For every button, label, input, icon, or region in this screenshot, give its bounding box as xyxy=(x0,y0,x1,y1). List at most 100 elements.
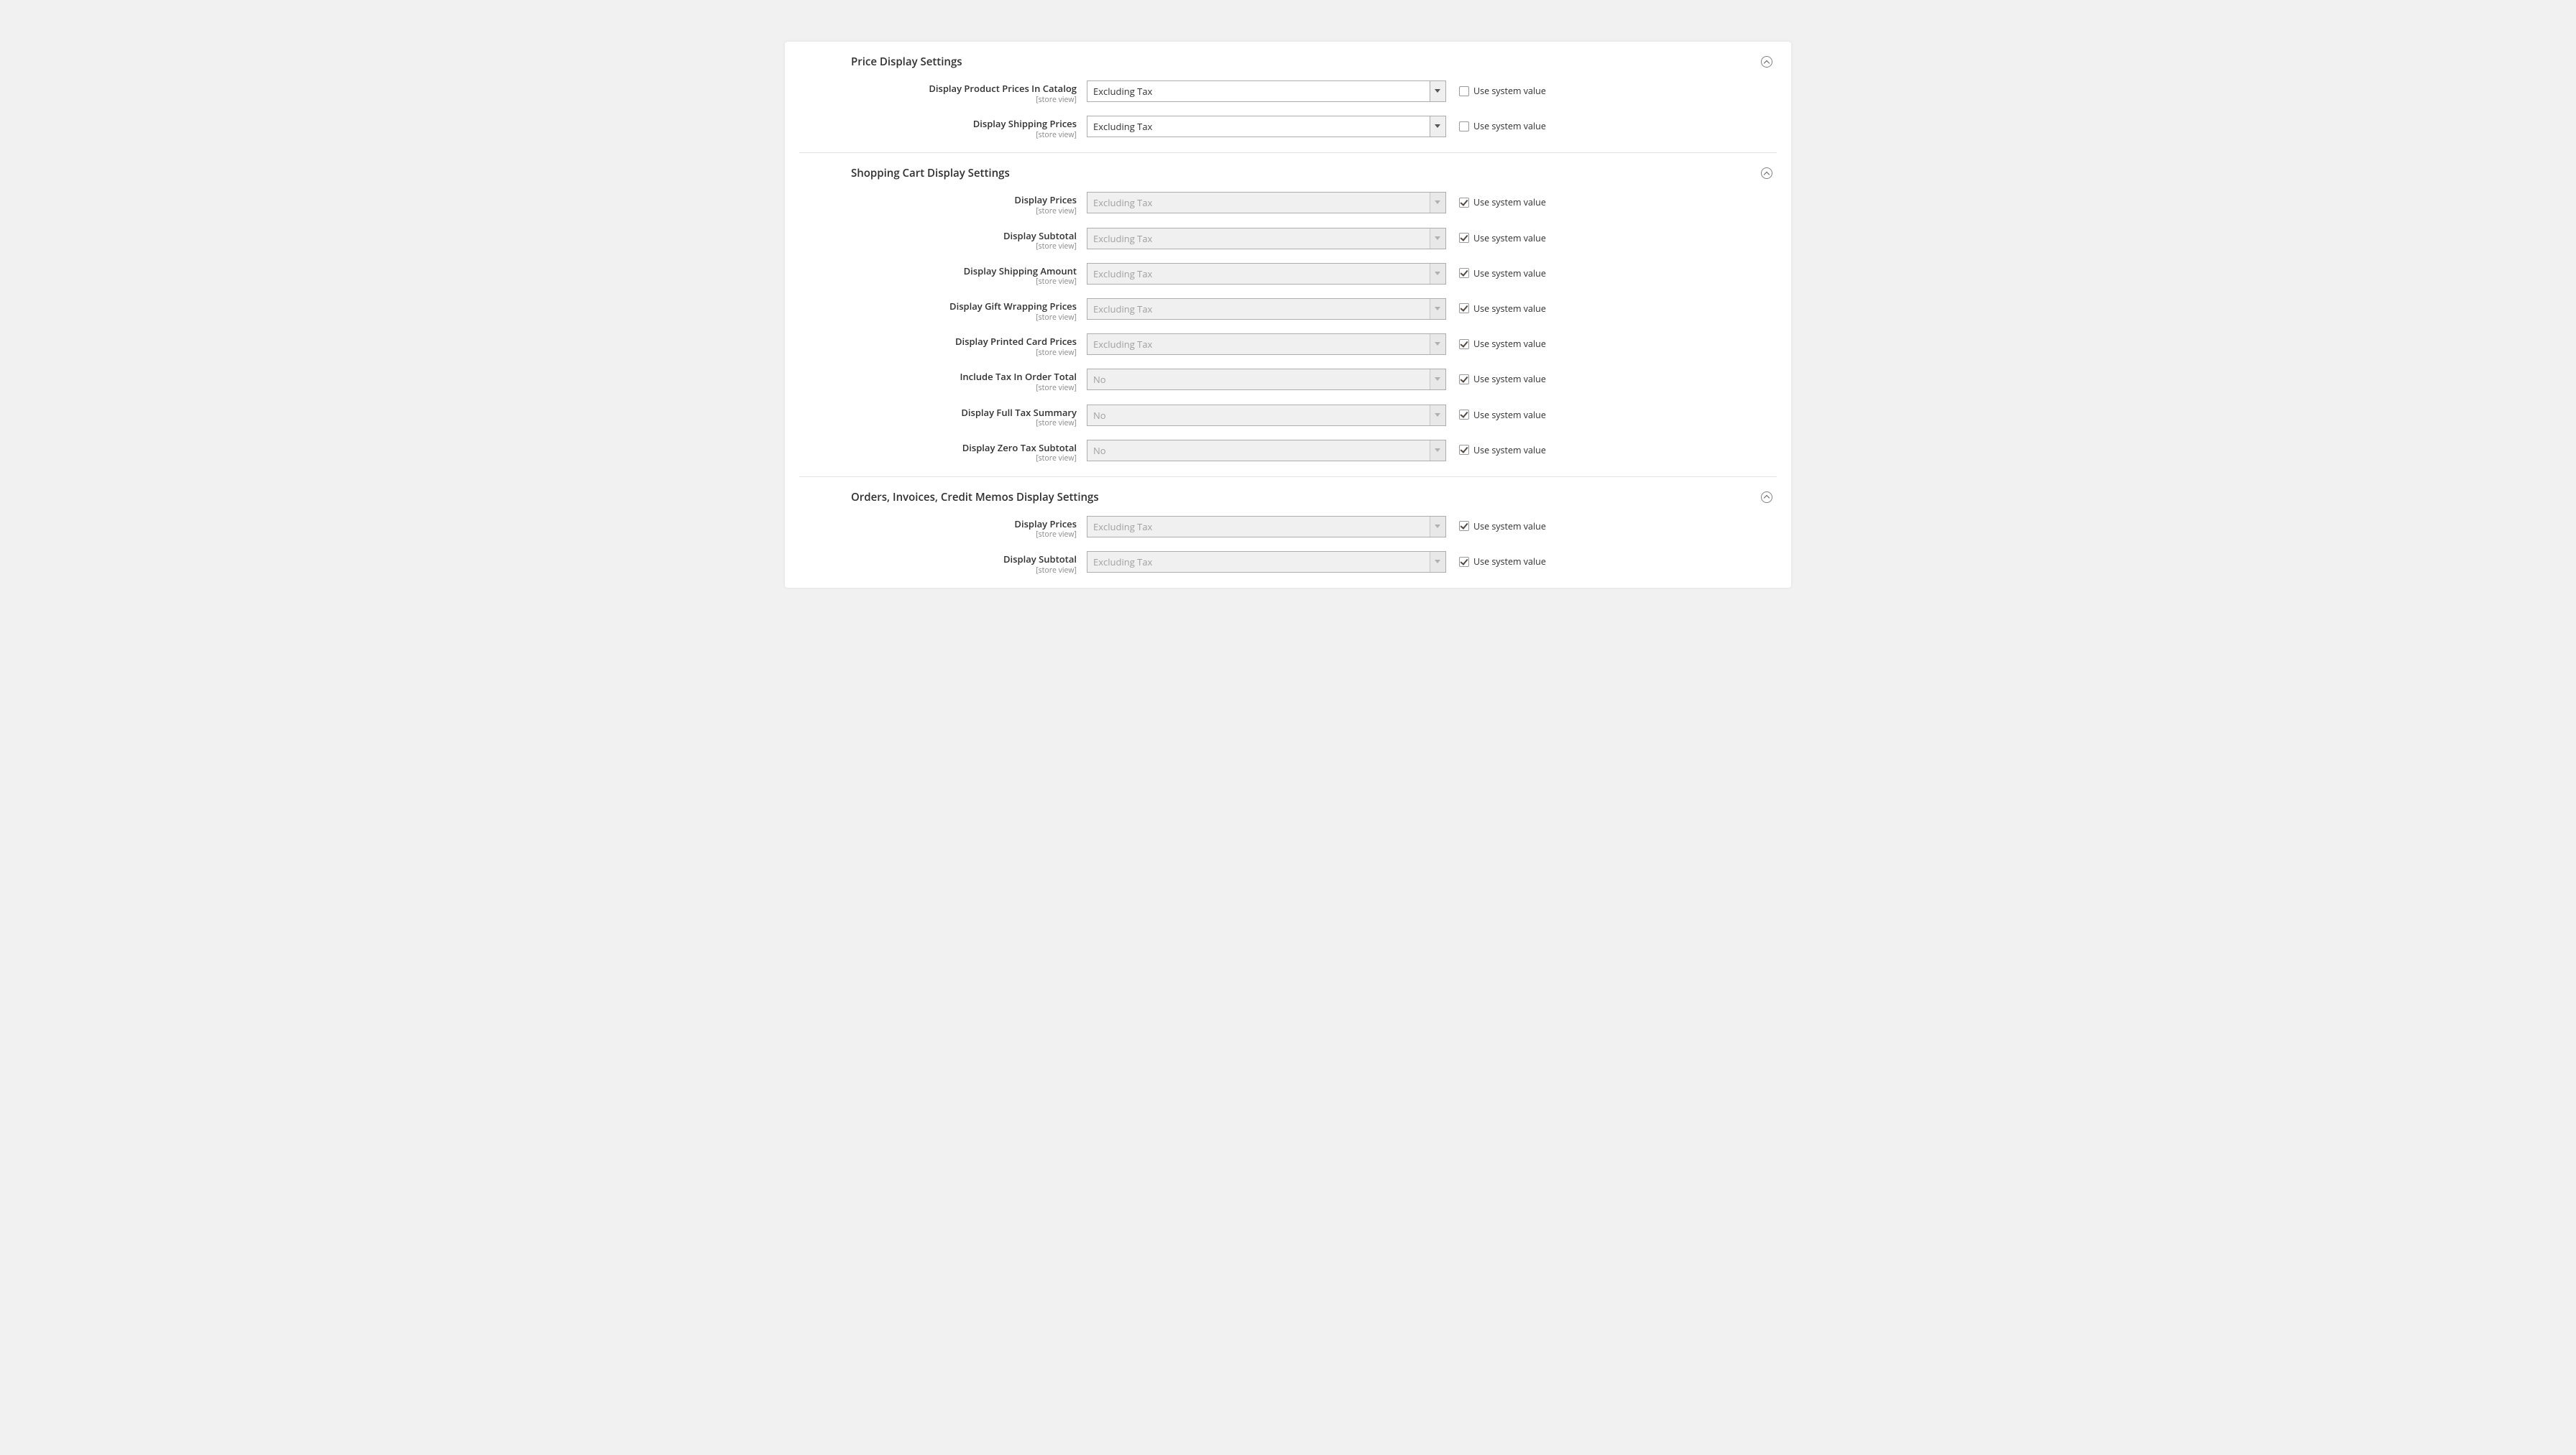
use-system-checkbox-cart-shipping-amt[interactable] xyxy=(1459,268,1469,278)
field-control-col: Excluding Tax xyxy=(1087,263,1446,285)
field-control-col: Excluding Tax xyxy=(1087,192,1446,213)
use-system-label[interactable]: Use system value xyxy=(1473,409,1546,421)
field-row-cart-prices: Display Prices[store view]Excluding Tax U… xyxy=(799,192,1777,216)
section-header-cart-display[interactable]: Shopping Cart Display Settings xyxy=(799,166,1777,183)
use-system-checkbox-cart-full-summary[interactable] xyxy=(1459,410,1469,420)
use-system-checkbox-cart-giftwrap[interactable] xyxy=(1459,303,1469,313)
field-label: Display Gift Wrapping Prices xyxy=(799,301,1077,313)
select-value: Excluding Tax xyxy=(1087,193,1430,213)
field-row-cart-zero-subtotal: Display Zero Tax Subtotal[store view]NoU… xyxy=(799,440,1777,463)
chevron-down-icon xyxy=(1430,228,1445,249)
section-header-price-display[interactable]: Price Display Settings xyxy=(799,55,1777,72)
field-row-cart-include-tax: Include Tax In Order Total[store view]No… xyxy=(799,369,1777,392)
use-system-checkbox-order-prices[interactable] xyxy=(1459,521,1469,531)
section-orders-display: Orders, Invoices, Credit Memos Display S… xyxy=(799,477,1777,588)
select-value: Excluding Tax xyxy=(1087,116,1430,137)
use-system-col: Use system value xyxy=(1446,228,1546,244)
select-value: Excluding Tax xyxy=(1087,517,1430,537)
field-label: Display Product Prices In Catalog xyxy=(799,83,1077,95)
select-value: No xyxy=(1087,440,1430,461)
use-system-col: Use system value xyxy=(1446,116,1546,132)
use-system-label[interactable]: Use system value xyxy=(1473,85,1546,97)
field-label-col: Include Tax In Order Total[store view] xyxy=(799,369,1087,392)
use-system-col: Use system value xyxy=(1446,516,1546,532)
section-fields: Display Prices[store view]Excluding TaxU… xyxy=(799,183,1777,463)
chevron-up-icon[interactable] xyxy=(1761,167,1772,179)
select-cart-printed-card: Excluding Tax xyxy=(1087,333,1446,355)
select-value: Excluding Tax xyxy=(1087,552,1430,572)
chevron-down-icon xyxy=(1430,369,1445,389)
field-label-col: Display Prices[store view] xyxy=(799,192,1087,216)
field-scope: [store view] xyxy=(799,96,1077,105)
section-header-orders-display[interactable]: Orders, Invoices, Credit Memos Display S… xyxy=(799,490,1777,507)
use-system-label[interactable]: Use system value xyxy=(1473,444,1546,456)
select-catalog-prices[interactable]: Excluding Tax xyxy=(1087,80,1446,102)
field-control-col: Excluding Tax xyxy=(1087,333,1446,355)
select-cart-giftwrap: Excluding Tax xyxy=(1087,298,1446,320)
field-scope: [store view] xyxy=(799,419,1077,428)
use-system-label[interactable]: Use system value xyxy=(1473,267,1546,280)
select-value: Excluding Tax xyxy=(1087,334,1430,354)
use-system-checkbox-order-subtotal[interactable] xyxy=(1459,557,1469,567)
field-scope: [store view] xyxy=(799,348,1077,358)
field-label: Display Prices xyxy=(799,195,1077,206)
use-system-checkbox-cart-prices[interactable] xyxy=(1459,198,1469,208)
use-system-checkbox-shipping-prices[interactable] xyxy=(1459,121,1469,131)
field-row-cart-subtotal: Display Subtotal[store view]Excluding Ta… xyxy=(799,228,1777,251)
chevron-up-icon[interactable] xyxy=(1761,491,1772,503)
use-system-checkbox-cart-subtotal[interactable] xyxy=(1459,233,1469,243)
use-system-label[interactable]: Use system value xyxy=(1473,555,1546,568)
chevron-up-icon[interactable] xyxy=(1761,56,1772,68)
field-scope: [store view] xyxy=(799,242,1077,251)
field-label: Display Prices xyxy=(799,519,1077,530)
field-scope: [store view] xyxy=(799,277,1077,287)
use-system-checkbox-catalog-prices[interactable] xyxy=(1459,86,1469,96)
use-system-col: Use system value xyxy=(1446,369,1546,385)
field-scope: [store view] xyxy=(799,313,1077,323)
select-value: Excluding Tax xyxy=(1087,81,1430,101)
field-scope: [store view] xyxy=(799,566,1077,576)
field-label: Display Shipping Prices xyxy=(799,119,1077,130)
field-control-col: Excluding Tax xyxy=(1087,228,1446,249)
chevron-down-icon xyxy=(1430,517,1445,537)
use-system-label[interactable]: Use system value xyxy=(1473,120,1546,132)
use-system-label[interactable]: Use system value xyxy=(1473,373,1546,385)
chevron-down-icon[interactable] xyxy=(1430,116,1445,137)
use-system-label[interactable]: Use system value xyxy=(1473,196,1546,208)
field-control-col: Excluding Tax xyxy=(1087,551,1446,573)
use-system-checkbox-cart-printed-card[interactable] xyxy=(1459,339,1469,349)
field-row-cart-printed-card: Display Printed Card Prices[store view]E… xyxy=(799,333,1777,357)
select-shipping-prices[interactable]: Excluding Tax xyxy=(1087,116,1446,137)
use-system-col: Use system value xyxy=(1446,192,1546,208)
use-system-label[interactable]: Use system value xyxy=(1473,520,1546,532)
field-label: Include Tax In Order Total xyxy=(799,371,1077,383)
chevron-down-icon xyxy=(1430,193,1445,213)
select-value: Excluding Tax xyxy=(1087,299,1430,319)
field-row-order-subtotal: Display Subtotal[store view]Excluding Ta… xyxy=(799,551,1777,575)
select-value: Excluding Tax xyxy=(1087,264,1430,284)
field-label-col: Display Subtotal[store view] xyxy=(799,551,1087,575)
use-system-col: Use system value xyxy=(1446,80,1546,97)
field-control-col: Excluding Tax xyxy=(1087,116,1446,137)
use-system-col: Use system value xyxy=(1446,333,1546,350)
use-system-label[interactable]: Use system value xyxy=(1473,232,1546,244)
chevron-down-icon xyxy=(1430,334,1445,354)
field-row-catalog-prices: Display Product Prices In Catalog[store … xyxy=(799,80,1777,104)
chevron-down-icon xyxy=(1430,405,1445,425)
field-label-col: Display Subtotal[store view] xyxy=(799,228,1087,251)
section-title: Shopping Cart Display Settings xyxy=(851,166,1010,180)
use-system-checkbox-cart-include-tax[interactable] xyxy=(1459,374,1469,384)
select-order-prices: Excluding Tax xyxy=(1087,516,1446,537)
field-label: Display Printed Card Prices xyxy=(799,336,1077,348)
field-control-col: Excluding Tax xyxy=(1087,298,1446,320)
section-price-display: Price Display Settings Display Product Pr… xyxy=(799,42,1777,153)
select-cart-shipping-amt: Excluding Tax xyxy=(1087,263,1446,285)
use-system-label[interactable]: Use system value xyxy=(1473,338,1546,350)
use-system-label[interactable]: Use system value xyxy=(1473,302,1546,315)
use-system-checkbox-cart-zero-subtotal[interactable] xyxy=(1459,445,1469,455)
select-cart-zero-subtotal: No xyxy=(1087,440,1446,461)
field-label-col: Display Printed Card Prices[store view] xyxy=(799,333,1087,357)
field-label-col: Display Shipping Amount[store view] xyxy=(799,263,1087,287)
chevron-down-icon[interactable] xyxy=(1430,81,1445,101)
select-value: No xyxy=(1087,369,1430,389)
